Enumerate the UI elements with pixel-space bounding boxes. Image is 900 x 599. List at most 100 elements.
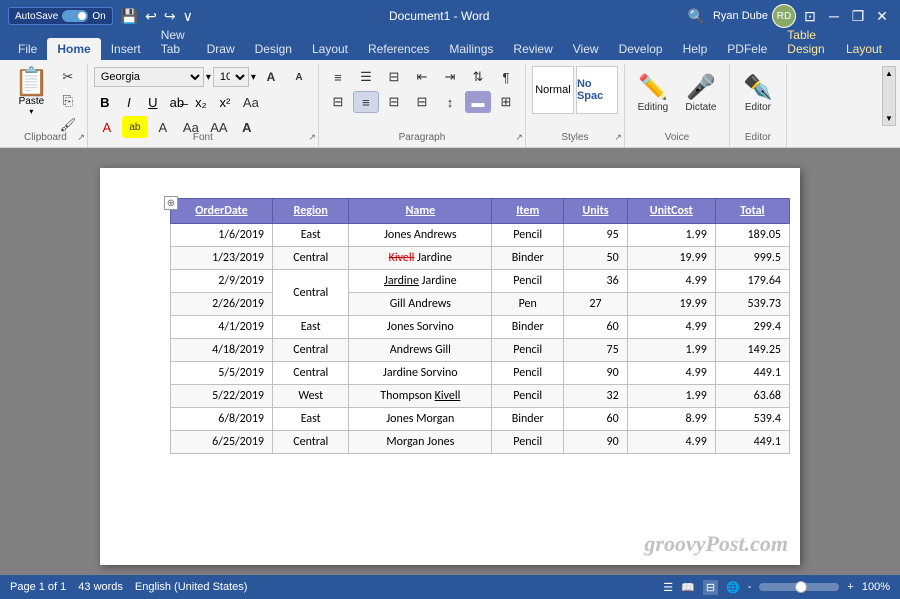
- superscript-button[interactable]: x²: [214, 91, 236, 113]
- align-center-btn[interactable]: ≡: [353, 91, 379, 113]
- tab-layout[interactable]: Layout: [302, 38, 358, 60]
- ribbon-scroll-down[interactable]: ▼: [885, 114, 893, 123]
- bold-button[interactable]: B: [94, 91, 116, 113]
- autosave-pill[interactable]: [62, 10, 88, 22]
- increase-font-btn[interactable]: A: [258, 66, 284, 88]
- paste-dropdown[interactable]: ▾: [29, 107, 33, 116]
- number-list-btn[interactable]: ☰: [353, 66, 379, 88]
- ribbon-display-btn[interactable]: ⊡: [800, 6, 820, 26]
- title-search-icon[interactable]: 🔍: [684, 6, 709, 27]
- zoom-out-btn[interactable]: -: [748, 581, 752, 593]
- show-marks-btn[interactable]: ¶: [493, 66, 519, 88]
- cell-units: 50: [564, 247, 627, 270]
- tab-home[interactable]: Home: [47, 38, 100, 60]
- sort-btn[interactable]: ⇅: [465, 66, 491, 88]
- align-right-btn[interactable]: ⊟: [381, 91, 407, 113]
- cell-date: 5/22/2019: [171, 385, 273, 408]
- tab-pdfele[interactable]: PDFele: [717, 38, 777, 60]
- increase-indent-btn[interactable]: ⇥: [437, 66, 463, 88]
- strike-text: Kivell: [389, 251, 415, 265]
- tab-mailings[interactable]: Mailings: [439, 38, 503, 60]
- multilevel-list-btn[interactable]: ⊟: [381, 66, 407, 88]
- tab-review[interactable]: Review: [503, 38, 562, 60]
- tab-references[interactable]: References: [358, 38, 439, 60]
- tab-help[interactable]: Help: [673, 38, 718, 60]
- ribbon-scroll-up[interactable]: ▲: [885, 69, 893, 78]
- font-name-dropdown[interactable]: ▾: [206, 72, 211, 83]
- tab-layout-context[interactable]: Layout: [836, 38, 892, 60]
- cell-item: Pen: [492, 293, 564, 316]
- cell-total: 149.25: [715, 339, 789, 362]
- subscript-button[interactable]: x₂: [190, 91, 212, 113]
- focus-mode-btn[interactable]: ☰: [663, 581, 673, 594]
- italic-button[interactable]: I: [118, 91, 140, 113]
- restore-button[interactable]: ❐: [848, 6, 868, 26]
- shading-para-btn[interactable]: ▬: [465, 91, 491, 113]
- cell-region: Central: [273, 362, 349, 385]
- align-left-btn[interactable]: ⊟: [325, 91, 351, 113]
- editor-label: Editor: [730, 132, 786, 143]
- dictate-icon: 🎤: [686, 76, 716, 100]
- justify-btn[interactable]: ⊟: [409, 91, 435, 113]
- clipboard-group: 📋 Paste ▾ ✂ ⎘ 🖌 Clipboard ↗: [4, 64, 88, 147]
- tab-view[interactable]: View: [563, 38, 609, 60]
- autosave-toggle[interactable]: AutoSave On: [8, 7, 113, 25]
- tab-draw[interactable]: Draw: [197, 38, 245, 60]
- print-layout-btn[interactable]: ⊟: [703, 580, 718, 595]
- table-move-handle[interactable]: ⊕: [164, 196, 178, 210]
- font-format-row: B I U ab̶ x₂ x² Aa: [94, 91, 264, 113]
- paste-button[interactable]: 📋 Paste ▾: [10, 66, 53, 118]
- tab-table-design[interactable]: Table Design: [777, 24, 836, 60]
- tab-file[interactable]: File: [8, 38, 47, 60]
- zoom-in-btn[interactable]: +: [847, 581, 853, 593]
- font-size-dropdown[interactable]: ▾: [251, 72, 256, 83]
- normal-style[interactable]: Normal: [532, 66, 574, 114]
- tab-insert[interactable]: Insert: [101, 38, 151, 60]
- underline-button[interactable]: U: [142, 91, 164, 113]
- font-expand[interactable]: ↗: [308, 132, 316, 143]
- font-name-select[interactable]: Georgia: [94, 67, 204, 87]
- read-mode-btn[interactable]: 📖: [681, 581, 695, 594]
- dictate-button[interactable]: 🎤 Dictate: [679, 66, 723, 122]
- line-spacing-btn[interactable]: ↕: [437, 91, 463, 113]
- tab-design[interactable]: Design: [245, 38, 302, 60]
- web-layout-btn[interactable]: 🌐: [726, 581, 740, 594]
- styles-expand[interactable]: ↗: [614, 132, 622, 143]
- editing-button[interactable]: ✏️ Editing: [631, 66, 675, 122]
- cell-item: Binder: [492, 247, 564, 270]
- table-row: 2/9/2019 Central Jardine Jardine Pencil …: [171, 270, 790, 293]
- bullet-list-btn[interactable]: ≡: [325, 66, 351, 88]
- cell-total: 449.1: [715, 431, 789, 454]
- cell-units: 27: [564, 293, 627, 316]
- strikethrough-button[interactable]: ab̶: [166, 91, 188, 113]
- cell-units: 95: [564, 224, 627, 247]
- cell-unitcost: 1.99: [627, 339, 715, 362]
- close-button[interactable]: ✕: [872, 6, 892, 26]
- decrease-font-btn[interactable]: A: [286, 66, 312, 88]
- border-btn[interactable]: ⊞: [493, 91, 519, 113]
- save-icon[interactable]: 💾: [119, 6, 140, 27]
- cell-name: Jardine Jardine: [349, 270, 492, 293]
- cell-region: Central: [273, 431, 349, 454]
- status-right: ☰ 📖 ⊟ 🌐 - + 100%: [663, 580, 890, 595]
- clear-format-button[interactable]: Aa: [238, 91, 264, 113]
- editor-button[interactable]: ✒️ Editor: [736, 66, 780, 122]
- cell-unitcost: 19.99: [627, 247, 715, 270]
- paragraph-expand[interactable]: ↗: [515, 132, 523, 143]
- decrease-indent-btn[interactable]: ⇤: [409, 66, 435, 88]
- minimize-button[interactable]: ─: [824, 6, 844, 26]
- tab-newtab[interactable]: New Tab: [151, 24, 197, 60]
- table-row: 5/5/2019 Central Jardine Sorvino Pencil …: [171, 362, 790, 385]
- cell-date: 1/23/2019: [171, 247, 273, 270]
- zoom-slider[interactable]: [759, 583, 839, 591]
- heading1-style[interactable]: No Spac: [576, 66, 618, 114]
- clipboard-expand[interactable]: ↗: [77, 132, 85, 143]
- editor-label: Editor: [745, 102, 771, 113]
- font-size-select[interactable]: 10: [213, 67, 249, 87]
- cell-date: 1/6/2019: [171, 224, 273, 247]
- tab-develop[interactable]: Develop: [609, 38, 673, 60]
- paragraph-group: ≡ ☰ ⊟ ⇤ ⇥ ⇅ ¶ ⊟ ≡ ⊟ ⊟ ↕ ▬ ⊞ Paragraph ↗: [319, 64, 526, 147]
- cell-item: Binder: [492, 316, 564, 339]
- cut-button[interactable]: ✂: [55, 66, 81, 88]
- copy-button[interactable]: ⎘: [55, 90, 81, 112]
